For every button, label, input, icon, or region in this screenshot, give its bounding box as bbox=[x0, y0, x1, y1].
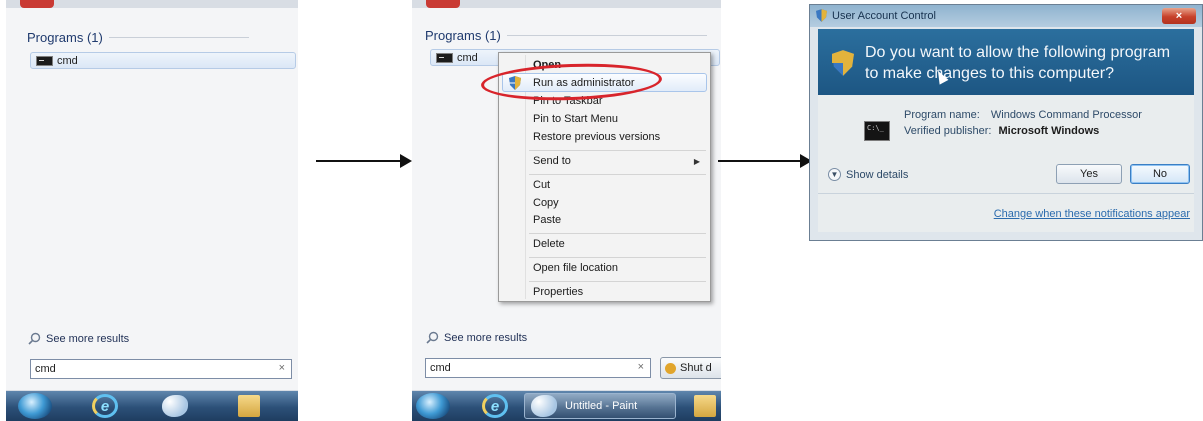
yes-button[interactable]: Yes bbox=[1056, 164, 1122, 184]
paint-taskbar-label: Untitled - Paint bbox=[565, 400, 638, 412]
magnifier-icon bbox=[28, 332, 41, 345]
internet-explorer-icon[interactable]: e bbox=[482, 394, 508, 418]
publisher-value: Microsoft Windows bbox=[998, 125, 1100, 137]
cmd-icon bbox=[436, 52, 453, 63]
taskbar: e bbox=[6, 391, 298, 421]
uac-title-bar: User Account Control × bbox=[810, 5, 1202, 27]
right-arrow-icon bbox=[718, 154, 812, 168]
menu-separator bbox=[529, 281, 706, 282]
chevron-down-icon: ▼ bbox=[828, 168, 841, 181]
paint-icon[interactable] bbox=[162, 395, 188, 417]
search-value: cmd bbox=[430, 362, 451, 374]
publisher-row: Verified publisher: Microsoft Windows bbox=[904, 125, 1099, 137]
see-more-results-link[interactable]: See more results bbox=[28, 332, 129, 345]
close-icon: × bbox=[1175, 10, 1183, 22]
magnifier-icon bbox=[426, 331, 439, 344]
menu-open-file-location[interactable]: Open file location bbox=[533, 262, 618, 274]
see-more-label: See more results bbox=[444, 331, 528, 344]
programs-header-label: Programs (1) bbox=[425, 28, 501, 43]
yes-label: Yes bbox=[1080, 168, 1098, 180]
menu-send-to[interactable]: Send to bbox=[533, 155, 571, 167]
footer-divider bbox=[818, 193, 1194, 194]
folder-icon[interactable] bbox=[694, 395, 716, 417]
uac-shield-icon bbox=[832, 50, 854, 76]
no-button[interactable]: No bbox=[1130, 164, 1190, 184]
menu-properties[interactable]: Properties bbox=[533, 286, 583, 298]
programs-header-label: Programs (1) bbox=[27, 30, 103, 45]
change-notifications-link[interactable]: Change when these notifications appear bbox=[994, 208, 1190, 220]
see-more-results-link[interactable]: See more results bbox=[426, 331, 527, 344]
clear-search-icon[interactable]: × bbox=[638, 361, 644, 373]
header-rule bbox=[108, 37, 249, 38]
program-name-label: Program name: bbox=[904, 109, 980, 121]
cmd-program-icon: C:\_ bbox=[864, 121, 890, 141]
uac-title: User Account Control bbox=[832, 10, 936, 22]
cmd-item-label: cmd bbox=[57, 54, 78, 67]
uac-question-text: Do you want to allow the following progr… bbox=[865, 44, 1171, 82]
search-input[interactable]: cmd × bbox=[30, 359, 292, 379]
see-more-label: See more results bbox=[46, 332, 130, 345]
menu-copy[interactable]: Copy bbox=[533, 197, 559, 209]
paint-taskbar-button[interactable]: Untitled - Paint bbox=[524, 393, 676, 419]
cmd-icon-text: C:\_ bbox=[867, 124, 884, 132]
right-arrow-icon bbox=[316, 154, 412, 168]
menu-cut[interactable]: Cut bbox=[533, 179, 550, 191]
clear-search-icon[interactable]: × bbox=[279, 362, 285, 374]
menu-paste[interactable]: Paste bbox=[533, 214, 561, 226]
menu-pin-to-start[interactable]: Pin to Start Menu bbox=[533, 113, 618, 125]
submenu-arrow-icon: ▶ bbox=[693, 157, 700, 166]
programs-section-header: Programs (1) bbox=[27, 30, 249, 45]
show-details-toggle[interactable]: ▼ Show details bbox=[828, 168, 908, 181]
start-orb-icon[interactable] bbox=[416, 393, 450, 419]
shutdown-label: Shut d bbox=[680, 362, 712, 374]
user-tile-edge bbox=[426, 0, 460, 8]
menu-separator bbox=[529, 174, 706, 175]
header-rule bbox=[506, 35, 707, 36]
menu-separator bbox=[529, 150, 706, 151]
menu-separator bbox=[529, 257, 706, 258]
program-name-value: Windows Command Processor bbox=[990, 109, 1142, 121]
cmd-item-label: cmd bbox=[457, 51, 478, 64]
shutdown-button[interactable]: Shut d bbox=[660, 357, 721, 379]
program-name-row: Program name: Windows Command Processor bbox=[904, 109, 1142, 121]
uac-shield-icon bbox=[816, 9, 827, 22]
uac-body: C:\_ Program name: Windows Command Proce… bbox=[818, 95, 1194, 232]
search-input[interactable]: cmd × bbox=[425, 358, 651, 378]
show-details-label: Show details bbox=[846, 168, 909, 181]
uac-dialog: User Account Control × Do you want to al… bbox=[809, 4, 1203, 241]
shutdown-shield-icon bbox=[665, 362, 676, 374]
menu-delete[interactable]: Delete bbox=[533, 238, 565, 250]
close-button[interactable]: × bbox=[1162, 8, 1196, 24]
paint-icon bbox=[531, 395, 557, 417]
start-orb-icon[interactable] bbox=[18, 393, 52, 419]
publisher-label: Verified publisher: bbox=[904, 125, 992, 137]
cmd-icon bbox=[36, 55, 53, 66]
uac-question-banner: Do you want to allow the following progr… bbox=[818, 29, 1194, 95]
step1-start-menu: Programs (1) cmd See more results cmd × … bbox=[6, 0, 298, 421]
cmd-program-item[interactable]: cmd bbox=[30, 52, 296, 69]
folder-icon[interactable] bbox=[238, 395, 260, 417]
internet-explorer-icon[interactable]: e bbox=[92, 394, 118, 418]
menu-separator bbox=[529, 233, 706, 234]
menu-restore-previous[interactable]: Restore previous versions bbox=[533, 131, 660, 143]
programs-section-header: Programs (1) bbox=[425, 28, 707, 43]
user-tile-edge bbox=[20, 0, 54, 8]
search-value: cmd bbox=[35, 363, 56, 375]
no-label: No bbox=[1152, 168, 1168, 180]
taskbar: e Untitled - Paint bbox=[412, 391, 721, 421]
